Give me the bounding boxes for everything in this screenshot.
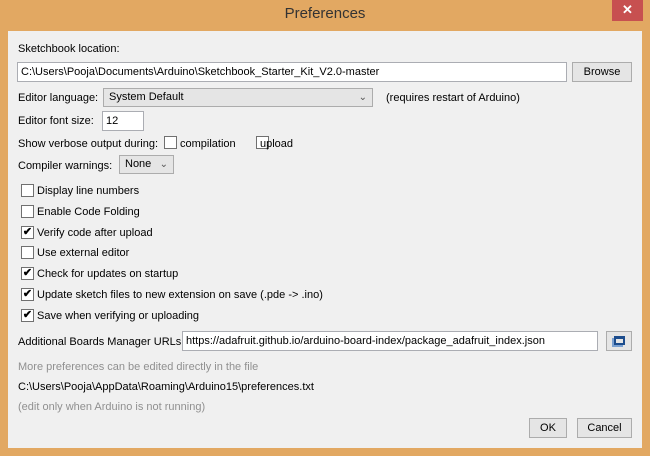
checkmark-icon: ✔ bbox=[22, 225, 33, 238]
option-label: Update sketch files to new extension on … bbox=[37, 289, 323, 301]
option-label: Use external editor bbox=[37, 247, 130, 260]
upload-label: upload bbox=[260, 138, 294, 150]
language-note: (requires restart of Arduino) bbox=[386, 92, 520, 104]
chevron-down-icon: ⌄ bbox=[358, 92, 367, 103]
option-label: Verify code after upload bbox=[37, 226, 153, 239]
option-label: Save when verifying or uploading bbox=[37, 309, 200, 322]
option-checkbox[interactable]: ✔ bbox=[21, 267, 34, 281]
option-label: Check for updates on startup bbox=[37, 268, 179, 281]
edit-note: (edit only when Arduino is not running) bbox=[18, 401, 206, 413]
option-checkbox[interactable] bbox=[21, 204, 34, 218]
close-button[interactable]: ✕ bbox=[612, 0, 643, 21]
ok-button[interactable]: OK bbox=[529, 418, 567, 438]
cancel-button[interactable]: Cancel bbox=[577, 418, 632, 438]
boards-url-edit-button[interactable] bbox=[606, 331, 632, 351]
warnings-select[interactable]: None ⌄ bbox=[119, 155, 174, 174]
option-checkbox[interactable] bbox=[21, 246, 34, 260]
chevron-down-icon: ⌄ bbox=[159, 159, 168, 170]
warnings-label: Compiler warnings: bbox=[18, 160, 113, 172]
language-select[interactable]: System Default ⌄ bbox=[103, 88, 373, 107]
checkmark-icon: ✔ bbox=[22, 308, 33, 321]
verbose-label: Show verbose output during: bbox=[18, 138, 159, 150]
warnings-value: None bbox=[125, 158, 152, 170]
more-prefs-note: More preferences can be edited directly … bbox=[18, 361, 259, 373]
boards-url-input[interactable]: https://adafruit.github.io/arduino-board… bbox=[182, 331, 598, 351]
option-label: Enable Code Folding bbox=[37, 205, 140, 218]
compilation-checkbox[interactable] bbox=[164, 136, 177, 149]
compilation-label: compilation bbox=[180, 138, 236, 150]
browse-button[interactable]: Browse bbox=[572, 62, 632, 82]
font-size-label: Editor font size: bbox=[18, 115, 94, 127]
window-title: Preferences bbox=[284, 5, 366, 22]
option-checkbox[interactable]: ✔ bbox=[21, 308, 34, 322]
option-label: Display line numbers bbox=[37, 185, 140, 197]
prefs-file-path[interactable]: C:\Users\Pooja\AppData\Roaming\Arduino15… bbox=[18, 380, 314, 394]
checkmark-icon: ✔ bbox=[22, 267, 33, 280]
window-icon bbox=[613, 336, 625, 345]
language-value: System Default bbox=[109, 91, 184, 103]
boards-label: Additional Boards Manager URLs: bbox=[18, 336, 185, 348]
language-label: Editor language: bbox=[18, 92, 99, 104]
checkmark-icon: ✔ bbox=[22, 288, 33, 300]
sketchbook-label: Sketchbook location: bbox=[18, 43, 120, 55]
option-checkbox[interactable]: ✔ bbox=[21, 288, 34, 301]
sketchbook-input[interactable]: C:\Users\Pooja\Documents\Arduino\Sketchb… bbox=[17, 62, 567, 82]
option-checkbox[interactable]: ✔ bbox=[21, 225, 34, 239]
font-size-input[interactable]: 12 bbox=[102, 111, 144, 131]
option-checkbox[interactable] bbox=[21, 184, 34, 197]
